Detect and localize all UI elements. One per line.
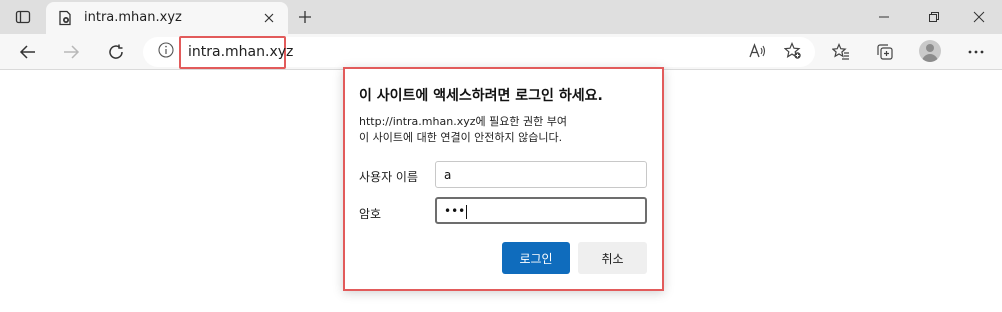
favorites-icon[interactable] [829,40,853,64]
dialog-message-insecure: 이 사이트에 대한 연결이 안전하지 않습니다. [359,131,563,144]
new-tab-icon[interactable] [292,4,318,30]
maximize-icon[interactable] [911,0,957,34]
more-icon[interactable] [964,40,988,64]
close-tab-icon[interactable] [260,9,278,27]
info-icon[interactable] [158,42,174,58]
close-window-icon[interactable] [956,0,1002,34]
profile-avatar-icon[interactable] [919,40,941,62]
username-label: 사용자 이름 [359,170,419,184]
read-aloud-icon[interactable] [746,40,768,62]
tab-title: intra.mhan.xyz [84,10,182,25]
tab-active[interactable]: intra.mhan.xyz [46,2,288,34]
refresh-icon[interactable] [101,37,131,67]
username-value: a [444,168,452,182]
username-field[interactable]: a [435,161,647,188]
collections-icon[interactable] [873,40,897,64]
tab-actions-icon[interactable] [8,4,38,30]
dialog-title: 이 사이트에 액세스하려면 로그인 하세요. [359,88,603,104]
login-button[interactable]: 로그인 [502,242,570,274]
password-label: 암호 [359,207,382,221]
dialog-message-auth: http://intra.mhan.xyz에 필요한 권한 부여 [359,115,567,128]
password-masked-value: ••• [444,204,466,218]
forward-icon[interactable] [56,37,86,67]
back-icon[interactable] [13,37,43,67]
cancel-button[interactable]: 취소 [578,242,647,274]
minimize-icon[interactable] [861,0,907,34]
page-favicon-icon [57,10,73,26]
sign-in-dialog: 이 사이트에 액세스하려면 로그인 하세요. http://intra.mhan… [343,67,664,291]
password-field[interactable]: ••• [435,197,647,224]
address-url-text[interactable]: intra.mhan.xyz [188,44,293,60]
add-favorite-icon[interactable] [782,40,804,62]
text-caret [466,204,468,219]
tab-strip: intra.mhan.xyz [0,0,1002,34]
